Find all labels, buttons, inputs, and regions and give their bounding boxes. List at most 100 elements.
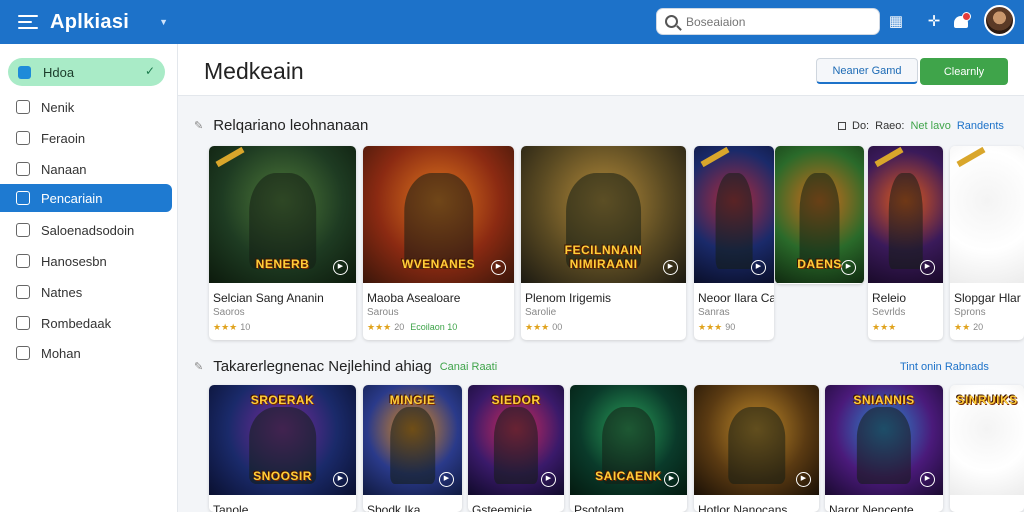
grid-icon[interactable]: ▦	[886, 12, 906, 30]
search-input[interactable]	[686, 14, 866, 29]
star-icon: ★★★	[872, 322, 897, 332]
game-title[interactable]: Maoba Asealoare	[367, 291, 460, 305]
game-title[interactable]: Psotolam	[574, 503, 624, 512]
character-figure	[799, 173, 840, 270]
game-title[interactable]: Neoor Ilara Cannia	[698, 291, 774, 305]
game-logo: SAICAENK	[595, 469, 662, 483]
game-thumbnail[interactable]: ▶ WVENANES	[363, 146, 514, 283]
play-icon[interactable]: ▶	[796, 472, 811, 487]
chevron-down-icon[interactable]: ▼	[159, 17, 168, 27]
star-icon: ★★★	[525, 322, 550, 332]
sidebar-item[interactable]: Nenik	[0, 93, 172, 121]
primary-button[interactable]: Clearnly	[920, 58, 1008, 85]
character-figure	[888, 173, 923, 270]
search-box[interactable]	[656, 8, 880, 35]
game-thumbnail[interactable]: ▶ DAENS	[775, 146, 864, 283]
play-icon[interactable]: ▶	[751, 260, 766, 275]
play-icon[interactable]: ▶	[920, 260, 935, 275]
game-card[interactable]: ▶ SIEDOR Gsteemicie	[468, 385, 564, 512]
sidebar: Hdoa ✓ Nenik Feraoin Nanaan Pencariain Saloe…	[0, 44, 178, 512]
play-icon[interactable]: ▶	[439, 472, 454, 487]
game-card[interactable]: ▶ FECILNNAIN NIMIRAANI Plenom Irigemis Saro…	[521, 146, 686, 340]
search-icon	[665, 15, 678, 28]
game-card[interactable]: ▶ Hotlor Nanocans	[694, 385, 819, 512]
game-thumbnail[interactable]: ▶ MINGIE	[363, 385, 462, 495]
game-category: Sarous	[367, 307, 399, 318]
game-title[interactable]: Selcian Sang Ananin	[213, 291, 324, 305]
game-thumbnail[interactable]: ▶	[694, 146, 774, 283]
ribbon-icon	[874, 146, 904, 168]
sidebar-item[interactable]: Feraoin	[0, 124, 172, 152]
sidebar-item[interactable]: Hanosesbn	[0, 247, 172, 275]
game-card[interactable]: ▶ Releio Sevrlds ★★★	[868, 146, 943, 340]
game-title[interactable]: Sbodk Ika	[367, 503, 420, 512]
game-thumbnail[interactable]: SINRUIKS	[950, 385, 1024, 495]
rating-count: 10	[240, 322, 251, 332]
sidebar-top-label: Hdoa	[43, 64, 75, 80]
game-thumbnail[interactable]: ▶ SAICAENK	[570, 385, 687, 495]
game-card[interactable]: SINRUIKS	[950, 385, 1024, 512]
section-2-link[interactable]: Tint onin Rabnads	[900, 361, 989, 373]
game-thumbnail[interactable]: ▶ FECILNNAIN NIMIRAANI	[521, 146, 686, 283]
game-card[interactable]: ▶ Neoor Ilara Cannia Sanras ★★★90	[694, 146, 774, 340]
game-card[interactable]: Slopgar Hlar Sprons ★★ 20	[950, 146, 1024, 340]
checkbox-icon[interactable]	[838, 122, 846, 130]
game-title[interactable]: Naror Nencente	[829, 503, 914, 512]
plus-icon[interactable]: ✛	[924, 12, 944, 30]
game-thumbnail[interactable]: ▶	[694, 385, 819, 495]
notification-bell-icon[interactable]	[953, 12, 971, 30]
game-title[interactable]: Gsteemicie	[472, 503, 532, 512]
game-thumbnail[interactable]: ▶ SNIANNIS	[825, 385, 943, 495]
rating-count: 20	[394, 322, 405, 332]
star-icon: ★★★	[367, 322, 392, 332]
game-logo: WVENANES	[401, 257, 476, 271]
character-figure	[856, 407, 912, 484]
game-title[interactable]: Tanole	[213, 503, 248, 512]
home-icon	[16, 162, 30, 176]
file-icon	[16, 131, 30, 145]
game-thumbnail[interactable]: ▶ SIEDOR	[468, 385, 564, 495]
sidebar-item[interactable]: Mohan	[0, 339, 172, 367]
pin-icon	[16, 100, 30, 114]
play-icon[interactable]: ▶	[541, 472, 556, 487]
hamburger-menu-icon[interactable]	[18, 15, 38, 29]
sidebar-item-label: Natnes	[41, 284, 83, 300]
game-card[interactable]: ▶ SNIANNIS Naror Nencente	[825, 385, 943, 512]
game-card[interactable]: ▶ SROERAK SNOOSIR Tanole	[209, 385, 356, 512]
game-thumbnail[interactable]	[950, 146, 1024, 283]
meta-c[interactable]: Net lavo	[910, 120, 950, 132]
avatar[interactable]	[984, 5, 1015, 36]
star-icon: ★★	[954, 322, 971, 332]
outline-button[interactable]: Neaner Gamd	[816, 58, 918, 84]
sidebar-item[interactable]: Pencariain	[0, 184, 172, 212]
section-1-meta: Do: Raeo: Net lavo Randents	[838, 120, 1004, 132]
game-title[interactable]: Slopgar Hlar	[954, 291, 1021, 305]
game-title[interactable]: Releio	[872, 291, 906, 305]
game-thumbnail[interactable]: ▶ SROERAK SNOOSIR	[209, 385, 356, 495]
sidebar-item[interactable]: Saloenadsodoin	[0, 216, 172, 244]
game-thumbnail[interactable]: ▶ NENERB	[209, 146, 356, 283]
game-title[interactable]: Hotlor Nanocans	[698, 503, 787, 512]
game-logo-top: SROERAK	[250, 393, 315, 407]
game-card[interactable]: ▶ DAENS	[775, 146, 864, 284]
character-figure	[715, 173, 753, 270]
star-rating: ★★★ 00	[525, 322, 562, 333]
meta-d[interactable]: Randents	[957, 120, 1004, 132]
game-thumbnail[interactable]: ▶	[868, 146, 943, 283]
game-title[interactable]: Plenom Irigemis	[525, 291, 611, 305]
sidebar-item[interactable]: Natnes	[0, 278, 172, 306]
character-figure	[389, 407, 436, 484]
game-card[interactable]: ▶ MINGIE Sbodk Ika	[363, 385, 462, 512]
game-card[interactable]: ▶ NENERB Selcian Sang Ananin Saoros ★★★ 10	[209, 146, 356, 340]
circle-icon	[16, 254, 30, 268]
game-card[interactable]: ▶ SAICAENK Psotolam	[570, 385, 687, 512]
sidebar-item[interactable]: Rombedaak	[0, 309, 172, 337]
game-category: Sevrlds	[872, 307, 906, 318]
section-2-tag[interactable]: Canai Raati	[440, 361, 497, 373]
game-logo: FECILNNAIN NIMIRAANI	[564, 243, 643, 271]
meta-b: Raeo:	[875, 120, 905, 132]
play-icon[interactable]: ▶	[920, 472, 935, 487]
game-card[interactable]: ▶ WVENANES Maoba Asealoare Sarous ★★★ 20 Ecoil…	[363, 146, 514, 340]
sidebar-top-selector[interactable]: Hdoa ✓	[8, 58, 165, 86]
sidebar-item[interactable]: Nanaan	[0, 155, 172, 183]
